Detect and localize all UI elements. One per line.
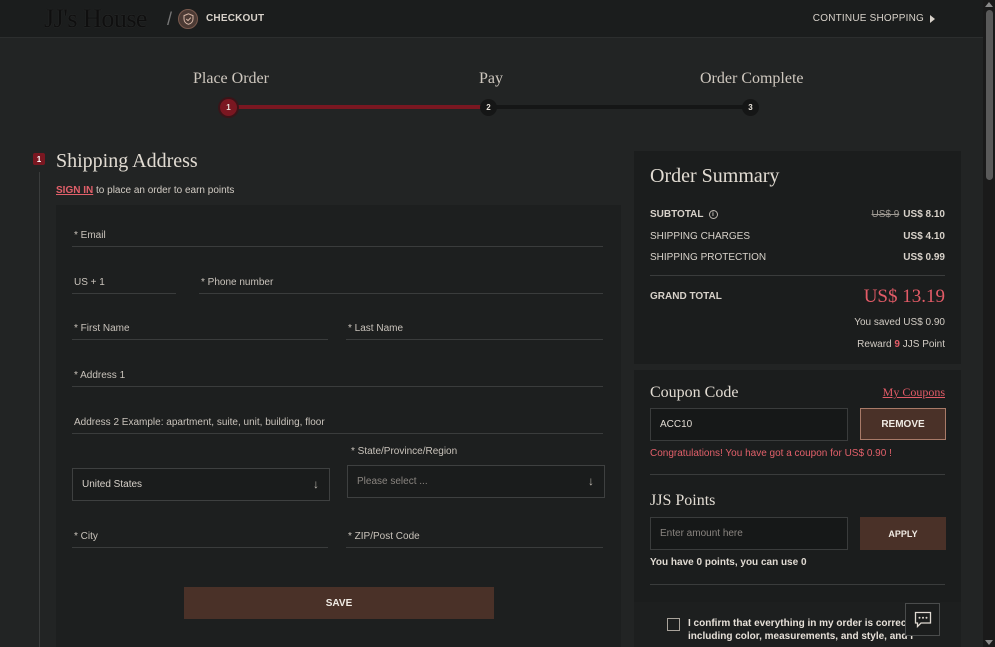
progress-fill	[229, 105, 489, 109]
coupon-code-title: Coupon Code	[650, 384, 739, 401]
reward-prefix: Reward	[857, 339, 895, 350]
grand-total-label: GRAND TOTAL	[650, 291, 722, 302]
subtotal-value: US$ 8.10	[903, 209, 945, 220]
continue-shopping-link[interactable]: CONTINUE SHOPPING	[813, 13, 935, 24]
address1-field[interactable]: * Address 1	[72, 357, 603, 387]
arrow-down-icon: ↓	[588, 474, 594, 488]
coupon-success-message: Congratulations! You have got a coupon f…	[650, 448, 892, 459]
chat-icon	[914, 611, 931, 628]
apply-points-button[interactable]: APPLY	[860, 517, 946, 550]
coupon-divider	[650, 474, 945, 475]
step-dot-1: 1	[220, 99, 237, 116]
order-summary-panel: Order Summary SUBTOTAL i US$ 9 US$ 8.10 SH…	[634, 151, 961, 364]
email-field[interactable]: * Email	[72, 217, 603, 247]
state-select[interactable]: Please select ... ↓	[347, 465, 605, 498]
state-select-placeholder: Please select ...	[357, 476, 428, 487]
sign-in-prompt-text: to place an order to earn points	[93, 185, 235, 196]
grand-total-value: US$ 13.19	[863, 286, 945, 307]
arrow-down-icon: ↓	[313, 477, 319, 491]
sign-in-prompt: SIGN IN to place an order to earn points	[56, 185, 234, 196]
confirm-text: I confirm that everything in my order is…	[688, 618, 914, 642]
step-place-order: Place Order	[193, 70, 269, 87]
points-balance-text: You have 0 points, you can use 0	[650, 557, 807, 568]
subtotal-row: SUBTOTAL i US$ 9 US$ 8.10	[650, 209, 945, 220]
points-divider	[650, 584, 945, 585]
confirm-checkbox[interactable]	[667, 618, 680, 631]
scroll-down-arrow-icon[interactable]	[985, 640, 993, 645]
scroll-up-arrow-icon[interactable]	[985, 2, 993, 7]
my-coupons-link[interactable]: My Coupons	[883, 385, 945, 400]
shipping-protection-label: SHIPPING PROTECTION	[650, 252, 767, 263]
phone-number-field[interactable]: * Phone number	[199, 264, 603, 294]
top-header: JJ's House / CHECKOUT CONTINUE SHOPPING	[0, 0, 983, 38]
step-dot-2: 2	[480, 99, 497, 116]
first-name-field[interactable]: * First Name	[72, 310, 328, 340]
subtotal-original: US$ 9	[871, 209, 900, 220]
points-amount-input[interactable]: Enter amount here	[650, 517, 848, 550]
step-pay: Pay	[479, 70, 503, 87]
info-icon[interactable]: i	[708, 209, 718, 219]
shipping-charges-row: SHIPPING CHARGES US$ 4.10	[650, 231, 945, 242]
secure-checkout-icon	[178, 9, 198, 29]
phone-country-code[interactable]: US + 1	[72, 264, 176, 294]
scroll-thumb[interactable]	[986, 10, 993, 180]
chevron-right-icon	[930, 14, 935, 23]
reward-suffix: JJS Point	[899, 339, 945, 350]
last-name-field[interactable]: * Last Name	[346, 310, 603, 340]
order-summary-title: Order Summary	[650, 165, 780, 187]
shipping-address-title: Shipping Address	[56, 150, 198, 172]
chat-button[interactable]	[905, 603, 940, 636]
subtotal-label: SUBTOTAL	[650, 209, 704, 220]
shipping-charges-value: US$ 4.10	[903, 231, 945, 242]
coupon-input[interactable]: ACC10	[650, 408, 848, 441]
reward-points-text: Reward 9 JJS Point	[857, 339, 945, 350]
country-select-value: United States	[82, 479, 143, 490]
save-button[interactable]: SAVE	[184, 587, 494, 619]
section-rail	[39, 172, 40, 647]
step-dot-3: 3	[742, 99, 759, 116]
shipping-protection-value: US$ 0.99	[903, 252, 945, 263]
saved-amount: You saved US$ 0.90	[854, 317, 945, 328]
jjs-points-title: JJS Points	[650, 492, 716, 509]
summary-divider	[650, 275, 945, 276]
shipping-form: * Email US + 1 * Phone number * First Na…	[56, 205, 621, 647]
state-label: * State/Province/Region	[351, 446, 458, 457]
checkout-label: CHECKOUT	[206, 13, 265, 24]
city-field[interactable]: * City	[72, 518, 328, 548]
section-number-badge: 1	[33, 153, 45, 165]
continue-shopping-label: CONTINUE SHOPPING	[812, 13, 924, 24]
address2-field[interactable]: Address 2 Example: apartment, suite, uni…	[72, 404, 603, 434]
country-select[interactable]: United States ↓	[72, 468, 330, 501]
step-order-complete: Order Complete	[700, 70, 804, 87]
shipping-protection-row: SHIPPING PROTECTION US$ 0.99	[650, 252, 945, 263]
logo-separator: /	[167, 9, 173, 29]
zip-field[interactable]: * ZIP/Post Code	[346, 518, 603, 548]
page-scrollbar[interactable]	[983, 0, 995, 647]
remove-coupon-button[interactable]: REMOVE	[860, 408, 946, 440]
shipping-charges-label: SHIPPING CHARGES	[650, 231, 751, 242]
site-logo[interactable]: JJ's House	[44, 4, 147, 34]
sign-in-link[interactable]: SIGN IN	[56, 185, 93, 196]
